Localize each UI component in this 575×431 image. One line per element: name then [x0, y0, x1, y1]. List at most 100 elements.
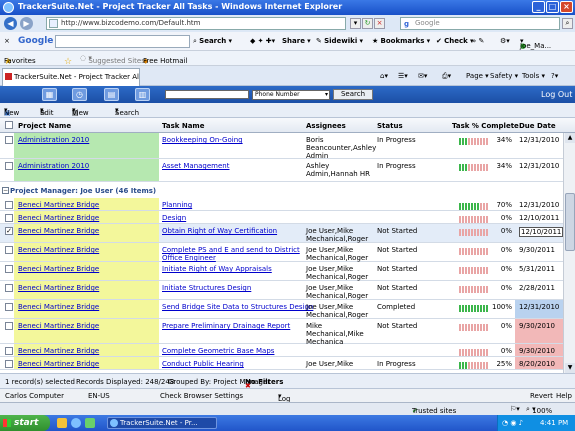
scroll-up-icon[interactable]: ▲	[565, 133, 575, 143]
home-icon[interactable]: ⌂▾	[380, 72, 388, 80]
column-pct-complete[interactable]: Task % Complete	[452, 122, 519, 130]
app-search-input[interactable]	[165, 90, 249, 99]
table-row[interactable]: Beneci Martinez Bridge Design 0% 12/10/2011	[0, 211, 563, 224]
search-box[interactable]: g Google	[400, 17, 560, 30]
mail-icon[interactable]: ✉▾	[418, 72, 427, 80]
user-button[interactable]: ● Joe_Ma... ▾	[520, 37, 551, 50]
row-checkbox[interactable]	[5, 303, 13, 311]
help-menu-icon[interactable]: ?▾	[551, 72, 558, 80]
task-name-link[interactable]: Initiate Structures Design	[162, 284, 251, 292]
protected-mode-icon[interactable]: ⚐▾	[510, 405, 520, 413]
toolbar-extra[interactable]: » ✎	[472, 37, 484, 45]
task-name-link[interactable]: Bookkeeping On-Going	[162, 136, 243, 144]
project-name-link[interactable]: Beneci Martinez Bridge	[18, 214, 99, 222]
search-field-select[interactable]: Phone Number ▾	[252, 90, 330, 100]
task-name-link[interactable]: Prepare Preliminary Drainage Report	[162, 322, 290, 330]
task-name-link[interactable]: Design	[162, 214, 186, 222]
project-name-link[interactable]: Beneci Martinez Bridge	[18, 347, 99, 355]
column-due-date[interactable]: Due Date	[519, 122, 556, 130]
calendar-icon[interactable]: ▤	[104, 88, 119, 101]
due-date-cell[interactable]: 12/10/2011	[519, 227, 564, 237]
row-checkbox[interactable]	[5, 246, 13, 254]
view-button[interactable]: ▤ View ▾	[72, 106, 89, 117]
project-name-link[interactable]: Administration 2010	[18, 136, 89, 144]
group-header[interactable]: − Project Manager: Joe User (46 Items)	[0, 184, 563, 198]
log-button[interactable]: Log ▾	[278, 392, 291, 403]
toolbar-search-button[interactable]: ⌕ Search ▾	[193, 37, 232, 46]
folder-icon[interactable]	[57, 418, 67, 428]
toolbar-icons[interactable]: ◆ ✦ ✚▾	[250, 37, 275, 45]
tab-tracker[interactable]: TrackerSuite.Net - Project Tracker All T…	[2, 68, 140, 86]
task-name-link[interactable]: Complete PS and E and send to District O…	[162, 246, 300, 262]
project-name-link[interactable]: Beneci Martinez Bridge	[18, 360, 99, 368]
check-button[interactable]: ✔ Check ▾	[436, 37, 474, 45]
edit-button[interactable]: ✎ Edit ▾	[40, 106, 54, 117]
table-row[interactable]: Beneci Martinez Bridge Conduct Public Hea…	[0, 357, 563, 370]
url-input[interactable]: http://www.bizcodemo.com/Default.htm	[46, 17, 346, 30]
row-checkbox[interactable]	[5, 322, 13, 330]
table-row[interactable]: ✓ Beneci Martinez Bridge Obtain Right of W…	[0, 224, 564, 243]
column-project[interactable]: Project Name	[18, 122, 71, 130]
bookmarks-button[interactable]: ★ Bookmarks ▾	[372, 37, 430, 45]
column-status[interactable]: Status	[377, 122, 403, 130]
print-icon[interactable]: ⎙▾	[442, 72, 451, 81]
table-row[interactable]: Beneci Martinez Bridge Complete Geometric…	[0, 344, 563, 357]
help-button[interactable]: Help	[556, 392, 572, 400]
row-checkbox[interactable]	[5, 360, 13, 368]
ie-quicklaunch-icon[interactable]	[71, 418, 81, 428]
select-all-checkbox[interactable]	[5, 121, 13, 129]
task-name-link[interactable]: Conduct Public Hearing	[162, 360, 244, 368]
google-search-input[interactable]	[55, 35, 190, 48]
taskbar-item-tracker[interactable]: TrackerSuite.Net - Pr...	[107, 417, 217, 429]
stop-icon[interactable]: ×	[374, 18, 385, 29]
tray-icons[interactable]: ◔ ◉ ♪	[502, 419, 523, 427]
documents-icon[interactable]: ▥	[135, 88, 150, 101]
scroll-thumb[interactable]	[565, 193, 575, 251]
project-name-link[interactable]: Beneci Martinez Bridge	[18, 284, 99, 292]
wrench-icon[interactable]: ⚙▾	[500, 37, 510, 45]
collapse-icon[interactable]: −	[2, 187, 9, 194]
maximize-button[interactable]: □	[546, 1, 559, 13]
app-search-button[interactable]: Search	[333, 89, 373, 100]
row-checkbox[interactable]	[5, 347, 13, 355]
project-name-link[interactable]: Beneci Martinez Bridge	[18, 227, 99, 235]
task-name-link[interactable]: Asset Management	[162, 162, 229, 170]
table-row[interactable]: Beneci Martinez Bridge Planning 70% 12/31/2…	[0, 198, 563, 211]
no-filters[interactable]: ✖ No Filters	[245, 378, 283, 390]
start-button[interactable]: start	[0, 415, 50, 431]
column-task[interactable]: Task Name	[162, 122, 204, 130]
task-name-link[interactable]: Obtain Right of Way Certification	[162, 227, 277, 235]
safety-menu[interactable]: Safety ▾	[490, 72, 518, 80]
scroll-down-icon[interactable]: ▼	[565, 363, 575, 373]
revert-button[interactable]: Revert	[530, 392, 553, 400]
check-browser-settings[interactable]: Check Browser Settings	[160, 392, 243, 400]
project-name-link[interactable]: Beneci Martinez Bridge	[18, 265, 99, 273]
tools-menu[interactable]: Tools ▾	[522, 72, 545, 80]
row-checkbox[interactable]	[5, 265, 13, 273]
column-assignees[interactable]: Assignees	[306, 122, 346, 130]
task-name-link[interactable]: Send Bridge Site Data to Structures Desi…	[162, 303, 313, 311]
row-checkbox[interactable]	[5, 201, 13, 209]
task-name-link[interactable]: Complete Geometric Base Maps	[162, 347, 274, 355]
zoom-button[interactable]: ⌕ 100% ▾	[526, 405, 552, 415]
toolbar-search-menu[interactable]: ⌕ Search ▾	[115, 106, 139, 117]
project-name-link[interactable]: Administration 2010	[18, 162, 89, 170]
row-checkbox[interactable]	[5, 136, 13, 144]
feeds-icon[interactable]: ☰▾	[398, 72, 408, 80]
minimize-button[interactable]: _	[532, 1, 545, 13]
share-button[interactable]: Share ▾	[282, 37, 311, 45]
table-row[interactable]: Beneci Martinez Bridge Initiate Structure…	[0, 281, 563, 300]
table-row[interactable]: Beneci Martinez Bridge Prepare Preliminar…	[0, 319, 563, 346]
page-menu[interactable]: Page ▾	[466, 72, 489, 80]
project-name-link[interactable]: Beneci Martinez Bridge	[18, 322, 99, 330]
row-checkbox[interactable]	[5, 162, 13, 170]
project-name-link[interactable]: Beneci Martinez Bridge	[18, 246, 99, 254]
table-row[interactable]: Administration 2010 Asset Management Ashle…	[0, 159, 563, 182]
sidewiki-button[interactable]: ✎ Sidewiki ▾	[316, 37, 363, 45]
suggested-sites[interactable]: ◌ Suggested Sites ▾	[80, 54, 145, 65]
table-row[interactable]: Beneci Martinez Bridge Initiate Right of …	[0, 262, 563, 281]
search-go-icon[interactable]: ⌕	[562, 18, 573, 29]
task-name-link[interactable]: Initiate Right of Way Appraisals	[162, 265, 272, 273]
desktop-icon[interactable]	[85, 418, 95, 428]
back-button[interactable]: ◀	[4, 17, 17, 30]
